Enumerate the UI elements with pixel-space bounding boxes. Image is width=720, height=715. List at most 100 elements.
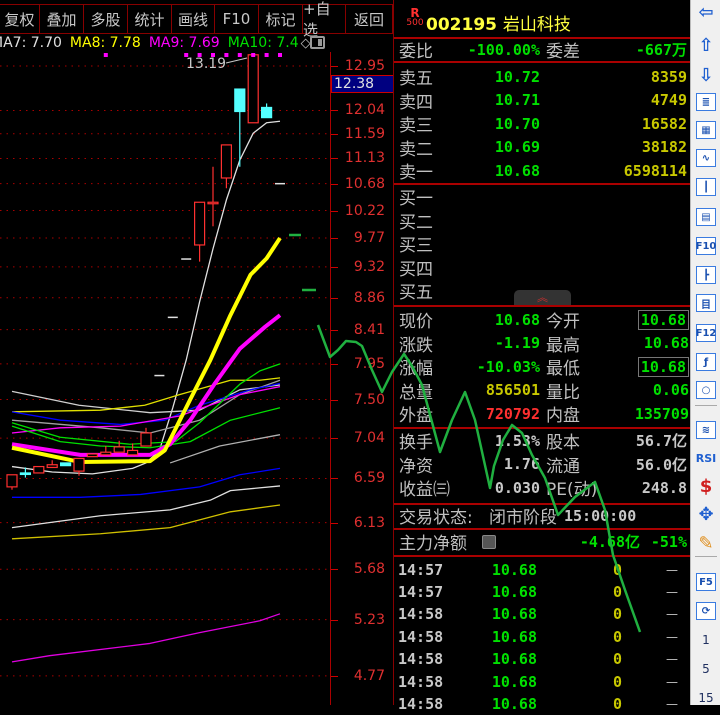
tick-price: 10.68: [491, 582, 537, 601]
period-button-15[interactable]: 15: [696, 689, 716, 707]
sell-price: 10.72: [494, 67, 540, 86]
expand-orderbook-button[interactable]: ︽: [514, 290, 571, 305]
arrow-down-icon[interactable]: ⇩: [696, 65, 716, 86]
tick-time: 14:57: [398, 582, 444, 601]
candle: [33, 465, 45, 474]
list-icon[interactable]: [482, 534, 496, 549]
stock-code: 002195: [426, 15, 497, 35]
candle: [261, 103, 273, 119]
tick-mark: [331, 158, 338, 160]
candle: [194, 201, 206, 262]
sell-level: 卖四 10.71 4749: [394, 89, 690, 113]
sidebar-separator: [695, 556, 717, 557]
price-tick-label: 10.68: [344, 175, 385, 192]
quote-panel: R 500 002195 岩山科技 委比 -100.00% 委差 -667万 卖…: [393, 0, 690, 713]
tick-price: 10.68: [491, 605, 537, 624]
main-force-label: 主力净额: [399, 534, 467, 554]
price-tick-label: 12.04: [344, 102, 385, 119]
price-tick-label: 11.13: [344, 150, 385, 167]
quote-list-icon[interactable]: ≣: [696, 93, 716, 111]
tick-row: 14:58 10.68 0 —: [394, 603, 690, 626]
multi-grid-icon[interactable]: ▦: [696, 121, 716, 139]
signal-dot: [251, 53, 256, 57]
buy-label: 买二: [399, 212, 433, 233]
toolbar-button-0[interactable]: 复权: [0, 5, 40, 33]
indicator-waves-icon[interactable]: ≋: [696, 421, 716, 439]
move-icon[interactable]: ✥: [696, 504, 716, 525]
period-button-1[interactable]: 1: [696, 631, 716, 649]
price-tick-label: 6.59: [353, 470, 385, 487]
price-tick-label: 8.86: [353, 289, 385, 306]
notes-icon[interactable]: 目: [696, 294, 716, 312]
sell-price: 10.70: [494, 114, 540, 133]
fundamental-label: 净资: [399, 456, 433, 477]
f5-icon[interactable]: F5: [696, 573, 716, 591]
wei-bi-label: 委比: [399, 42, 433, 62]
tick-mark: [331, 65, 338, 67]
price-tick-label: 7.04: [353, 430, 385, 447]
toolbar-button-4[interactable]: 画线: [172, 5, 215, 33]
tick-direction: —: [666, 629, 678, 644]
toolbar-button-7[interactable]: +自选: [303, 0, 346, 39]
cycle-icon[interactable]: ○: [696, 381, 716, 399]
toolbar-button-8[interactable]: 返回: [346, 5, 393, 33]
fundamental-label: 换手: [399, 433, 433, 453]
tick-mark: [331, 399, 338, 401]
toolbar-button-6[interactable]: 标记: [259, 5, 303, 33]
candle: [46, 460, 58, 469]
f12-icon[interactable]: F12: [696, 324, 716, 342]
tick-time: 14:58: [398, 650, 444, 669]
tick-price: 10.68: [491, 627, 537, 646]
sell-level: 卖三 10.70 16582: [394, 112, 690, 137]
main-force-row: 主力净额 -4.68亿 -51%: [394, 530, 690, 555]
tick-price: 10.68: [491, 694, 537, 713]
candle: [234, 88, 246, 167]
money-icon[interactable]: $: [696, 476, 716, 497]
toolbar-button-2[interactable]: 多股: [84, 5, 128, 33]
stat-row: 外盘 720792 内盘 135709: [394, 402, 690, 427]
buy-label: 买一: [399, 189, 433, 209]
ma-legend-item: MA9: 7.69: [148, 35, 220, 51]
formula-icon[interactable]: ƒ: [696, 353, 716, 371]
sell-price: 10.69: [494, 138, 540, 157]
stat-label: 外盘: [399, 406, 433, 427]
tick-row: 14:58 10.68 0 —: [394, 625, 690, 648]
order-ratio-row: 委比 -100.00% 委差 -667万: [394, 38, 690, 63]
r500-badge: R 500: [406, 7, 424, 28]
stat-label: 内盘: [546, 406, 580, 427]
sell-label: 卖二: [399, 139, 433, 160]
tool-sidebar: ⇦ ⇧ ⇩ ≣ ▦ ∿ ┃ ▤ F10 ┣ 目 F12 ƒ ○ ≋ RSI $ ✥ ✎ F5 ⟳ 1 5 15: [690, 0, 720, 705]
high-price-label: 13.19: [186, 56, 226, 72]
line-chart-icon[interactable]: ∿: [696, 149, 716, 167]
tick-mark: [331, 329, 338, 331]
fundamental-label: 收益㈢: [399, 480, 450, 501]
price-tick-label: 6.13: [353, 514, 385, 531]
arrow-up-icon[interactable]: ⇧: [696, 35, 716, 56]
fundamental-label: 流通: [546, 456, 580, 477]
price-tick-label: 9.32: [353, 258, 385, 275]
tree-icon[interactable]: ┣: [696, 266, 716, 284]
fundamental-value: 0.030: [494, 478, 540, 497]
arrow-left-icon[interactable]: ⇦: [696, 2, 716, 23]
tick-direction: —: [666, 562, 678, 577]
tick-volume: 0: [612, 672, 622, 691]
f10-icon[interactable]: F10: [696, 237, 716, 255]
windows-icon[interactable]: ▤: [696, 208, 716, 226]
refresh-icon[interactable]: ⟳: [696, 602, 716, 620]
sell-volume: 8359: [650, 67, 687, 86]
sell-volume: 38182: [641, 138, 687, 157]
toolbar-button-1[interactable]: 叠加: [40, 5, 84, 33]
candlestick-icon[interactable]: ┃: [696, 178, 716, 196]
period-button-5[interactable]: 5: [696, 660, 716, 678]
rsi-icon[interactable]: RSI: [696, 449, 717, 467]
chart-toolbar: 复权 叠加 多股 统计 画线 F10 标记 +自选 返回: [0, 0, 393, 39]
toolbar-button-3[interactable]: 统计: [128, 5, 172, 33]
toolbar-button-5[interactable]: F10: [215, 5, 259, 33]
panel-toggle-button[interactable]: [310, 36, 325, 49]
tick-mark: [331, 522, 338, 524]
candle: [247, 54, 259, 124]
pencil-icon[interactable]: ✎: [696, 533, 716, 554]
price-tick-label: 4.77: [353, 667, 385, 684]
tick-volume: 0: [612, 582, 622, 601]
tick-row: 14:57 10.68 0 —: [394, 580, 690, 603]
